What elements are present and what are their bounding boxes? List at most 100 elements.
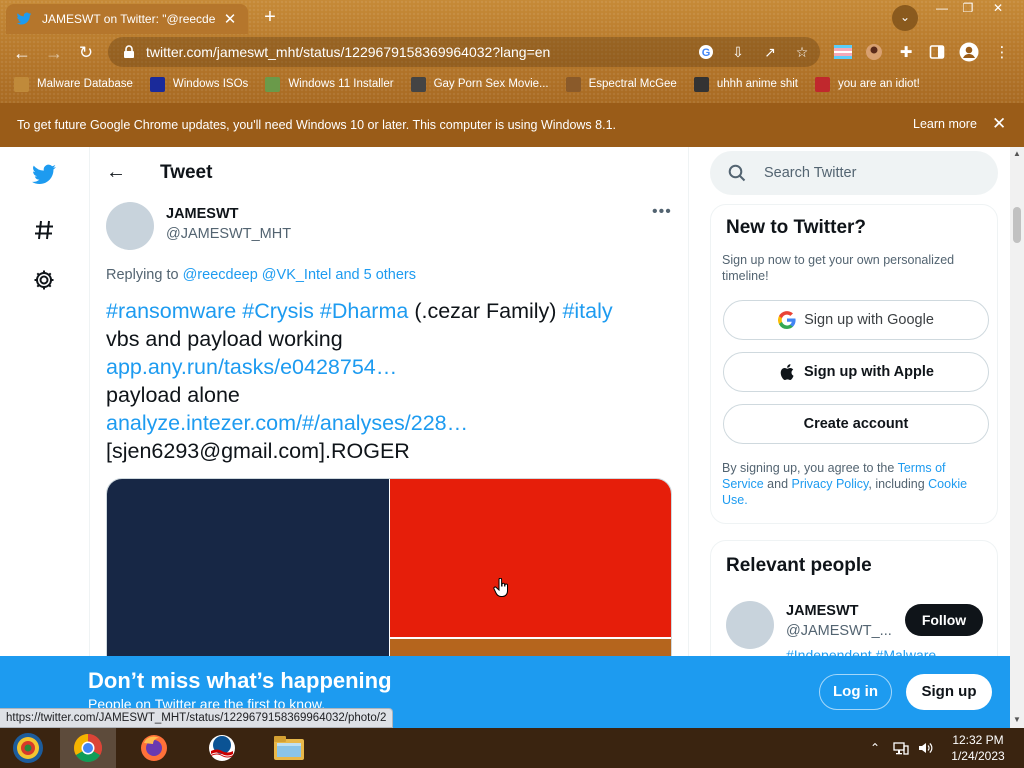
- reply-mention-link[interactable]: @VK_Intel: [262, 267, 332, 283]
- extension-avatar-icon[interactable]: [864, 42, 884, 62]
- replying-to: Replying to @reecdeep @VK_Intel and 5 ot…: [106, 267, 416, 283]
- avatar[interactable]: [106, 202, 154, 250]
- create-account-label: Create account: [803, 416, 909, 432]
- twitter-bird-icon: [16, 12, 32, 25]
- signup-button[interactable]: Sign up: [906, 674, 992, 710]
- reply-mention-link[interactable]: @reecdeep: [183, 267, 258, 283]
- bookmark-item[interactable]: Espectral McGee: [565, 76, 677, 92]
- obama-logo-taskbar-icon[interactable]: [194, 728, 250, 768]
- person-handle[interactable]: @JAMESWT_...: [786, 623, 892, 639]
- hashtag-link[interactable]: #Dharma: [320, 299, 408, 323]
- restore-button[interactable]: ❐: [954, 0, 982, 18]
- terms-text: By signing up, you agree to the Terms of…: [722, 461, 968, 507]
- clock-date: 1/24/2023: [951, 749, 1005, 763]
- volume-icon[interactable]: [917, 728, 933, 768]
- scrollbar-thumb[interactable]: [1013, 207, 1021, 243]
- bookmark-item[interactable]: you are an idiot!: [815, 76, 920, 92]
- show-hidden-icons[interactable]: ⌃: [870, 728, 880, 768]
- more-options-icon[interactable]: •••: [652, 203, 672, 221]
- firefox-taskbar-icon[interactable]: [126, 728, 182, 768]
- bookmark-item[interactable]: uhhh anime shit: [693, 76, 798, 92]
- chrome-menu-icon[interactable]: ⋮: [992, 42, 1012, 62]
- bookmark-favicon-icon: [565, 76, 581, 92]
- signup-card-title: New to Twitter?: [726, 217, 867, 238]
- author-handle[interactable]: @JAMESWT_MHT: [166, 226, 291, 242]
- tab-close-icon[interactable]: ✕: [222, 10, 238, 28]
- signup-apple-label: Sign up with Apple: [804, 364, 934, 380]
- infobar-close-icon[interactable]: ✕: [992, 114, 1006, 134]
- avatar[interactable]: [726, 601, 774, 649]
- bookmark-item[interactable]: Windows ISOs: [149, 76, 248, 92]
- tweet-photo-2[interactable]: [390, 479, 671, 637]
- lock-icon: [124, 45, 134, 58]
- author-name[interactable]: JAMESWT: [166, 206, 239, 222]
- twitter-page: ← Tweet JAMESWT @JAMESWT_MHT ••• Replyin…: [0, 147, 1010, 728]
- column-divider: [688, 147, 689, 728]
- minimize-button[interactable]: —: [928, 0, 956, 18]
- back-arrow-icon[interactable]: ←: [106, 161, 126, 184]
- tweet-text-line: payload alone: [106, 383, 240, 407]
- google-g-icon: [778, 311, 796, 329]
- forward-icon[interactable]: →: [41, 40, 67, 66]
- bookmark-item[interactable]: Gay Porn Sex Movie...: [410, 76, 549, 92]
- learn-more-link[interactable]: Learn more: [913, 117, 977, 131]
- google-icon[interactable]: G: [697, 43, 715, 61]
- signup-apple-button[interactable]: Sign up with Apple: [723, 352, 989, 392]
- side-panel-icon[interactable]: [927, 42, 947, 62]
- tweet-text: #ransomware #Crysis #Dharma (.cezar Fami…: [106, 297, 676, 465]
- url-text: twitter.com/jameswt_mht/status/122967915…: [146, 44, 551, 60]
- tweet-url-link[interactable]: analyze.intezer.com/#/analyses/228…: [106, 409, 676, 437]
- page-scrollbar[interactable]: ▲ ▼: [1010, 147, 1024, 728]
- install-app-icon[interactable]: ⇩: [729, 43, 747, 61]
- signup-card-subtitle: Sign up now to get your own personalized…: [722, 253, 955, 283]
- profile-icon[interactable]: [959, 42, 979, 62]
- bookmark-item[interactable]: Malware Database: [14, 76, 133, 92]
- scroll-up-icon[interactable]: ▲: [1010, 149, 1024, 158]
- browser-frame: JAMESWT on Twitter: "@reecde ✕ + ⌄ — ❐ ✕…: [0, 0, 1024, 103]
- settings-gear-icon[interactable]: [28, 264, 60, 296]
- windows-taskbar: ⌃ 12:32 PM 1/24/2023: [0, 728, 1024, 768]
- share-icon[interactable]: ↗: [761, 43, 779, 61]
- file-explorer-taskbar-icon[interactable]: [261, 728, 317, 768]
- hashtag-link[interactable]: #italy: [562, 299, 612, 323]
- bookmark-favicon-icon: [265, 76, 281, 92]
- bookmark-item[interactable]: Windows 11 Installer: [265, 76, 394, 92]
- new-tab-button[interactable]: +: [258, 6, 282, 30]
- banner-headline: Don’t miss what’s happening: [88, 668, 392, 693]
- reply-others-link[interactable]: and 5 others: [335, 267, 416, 283]
- twitter-logo-icon[interactable]: [28, 159, 60, 191]
- column-divider: [89, 147, 90, 728]
- scroll-down-icon[interactable]: ▼: [1010, 715, 1024, 724]
- tab-search-button[interactable]: ⌄: [892, 5, 918, 31]
- network-icon[interactable]: [893, 728, 909, 768]
- page-title: Tweet: [160, 161, 213, 183]
- update-infobar: To get future Google Chrome updates, you…: [0, 103, 1024, 147]
- start-button-icon[interactable]: [0, 728, 56, 768]
- signup-google-button[interactable]: Sign up with Google: [723, 300, 989, 340]
- back-icon[interactable]: ←: [9, 40, 35, 66]
- chrome-taskbar-icon[interactable]: [60, 728, 116, 768]
- explore-hashtag-icon[interactable]: [28, 214, 60, 246]
- hashtag-link[interactable]: #ransomware: [106, 299, 236, 323]
- extension-flag-icon[interactable]: [833, 42, 853, 62]
- bookmark-favicon-icon: [815, 76, 831, 92]
- privacy-link[interactable]: Privacy Policy: [792, 477, 869, 491]
- tweet-url-link[interactable]: app.any.run/tasks/e0428754…: [106, 353, 676, 381]
- system-clock[interactable]: 12:32 PM 1/24/2023: [944, 732, 1012, 764]
- tweet-text-segment: (.cezar Family): [414, 299, 557, 323]
- window-close-button[interactable]: ✕: [984, 0, 1012, 18]
- login-button[interactable]: Log in: [819, 674, 892, 710]
- tweet-text-line: [sjen6293@gmail.com].ROGER: [106, 439, 410, 463]
- reload-icon[interactable]: ↻: [73, 40, 99, 66]
- follow-button[interactable]: Follow: [905, 604, 983, 636]
- person-name[interactable]: JAMESWT: [786, 603, 859, 619]
- clock-time: 12:32 PM: [952, 733, 1004, 747]
- create-account-button[interactable]: Create account: [723, 404, 989, 444]
- search-box[interactable]: Search Twitter: [710, 151, 998, 195]
- browser-tab[interactable]: JAMESWT on Twitter: "@reecde ✕: [6, 4, 248, 34]
- search-icon: [728, 164, 746, 182]
- extensions-puzzle-icon[interactable]: ✚: [896, 42, 916, 62]
- bookmark-star-icon[interactable]: ☆: [793, 43, 811, 61]
- hashtag-link[interactable]: #Crysis: [242, 299, 314, 323]
- link-status-bar: https://twitter.com/JAMESWT_MHT/status/1…: [0, 708, 394, 728]
